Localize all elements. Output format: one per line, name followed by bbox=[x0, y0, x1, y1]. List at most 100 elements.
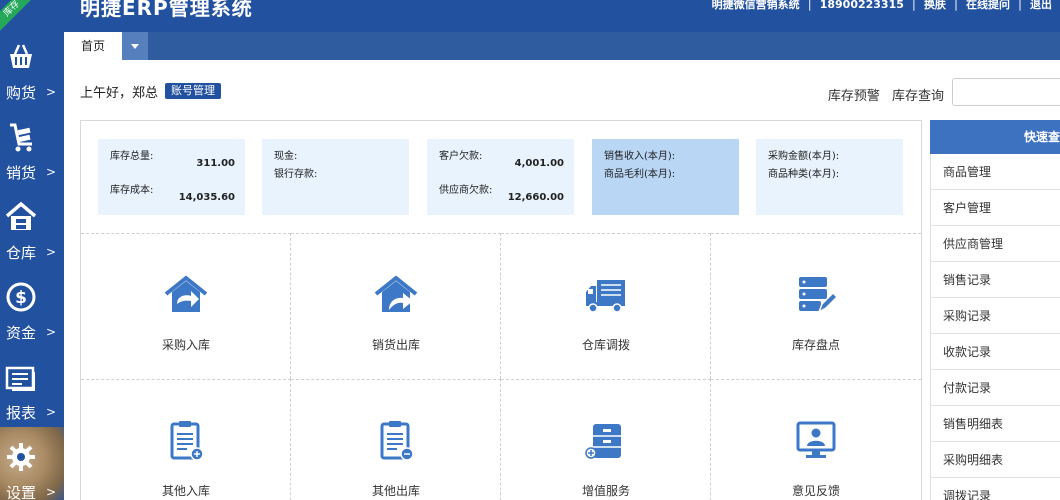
change-skin-link[interactable]: 换肤 bbox=[916, 0, 954, 12]
module-sales-out[interactable]: 销货出库 bbox=[291, 233, 501, 379]
stat-label: 供应商欠款: bbox=[439, 185, 493, 196]
app-header: 库存 明捷ERP管理系统 明捷微信营销系统 | 18900223315 | 换肤… bbox=[0, 0, 1060, 36]
module-label: 销货出库 bbox=[371, 338, 420, 352]
app-title: 明捷ERP管理系统 bbox=[80, 0, 253, 20]
corner-ribbon: 库存 bbox=[0, 0, 39, 36]
module-stocktake[interactable]: 库存盘点 bbox=[711, 233, 921, 379]
stat-label: 商品毛利(本月): bbox=[604, 169, 676, 180]
stat-value: 311.00 bbox=[196, 158, 235, 169]
chevron-down-icon bbox=[131, 43, 139, 49]
greeting-text: 上午好，郑总 bbox=[80, 86, 159, 101]
tab-bar: 首页 bbox=[64, 32, 1060, 60]
quick-item-customers[interactable]: 客户管理 bbox=[930, 190, 1060, 226]
sidebar-item-label: 报表 bbox=[6, 404, 37, 422]
quick-query-title: 快速查询 bbox=[930, 120, 1060, 154]
module-label: 其他出库 bbox=[371, 484, 420, 498]
sidebar-item-funds[interactable]: $ 资金 > bbox=[0, 272, 64, 352]
module-label: 意见反馈 bbox=[791, 484, 840, 498]
header-links: 明捷微信营销系统 | 18900223315 | 换肤 | 在线提问 | 退出 bbox=[704, 0, 1060, 12]
quick-item-transfer-records[interactable]: 调拨记录 bbox=[930, 478, 1060, 500]
stat-label: 银行存款: bbox=[274, 169, 318, 180]
quick-item-purchase-records[interactable]: 采购记录 bbox=[930, 298, 1060, 334]
quick-item-receipt-records[interactable]: 收款记录 bbox=[930, 334, 1060, 370]
stat-card-inventory: 库存总量: 311.00 库存成本: 14,035.60 bbox=[98, 139, 245, 215]
module-value-added[interactable]: 增值服务 bbox=[501, 379, 711, 500]
stat-card-debts: 客户欠款: 4,001.00 供应商欠款: 12,660.00 bbox=[427, 139, 574, 215]
sidebar-item-sales[interactable]: 销货 > bbox=[0, 112, 64, 192]
quick-item-purchase-detail[interactable]: 采购明细表 bbox=[930, 442, 1060, 478]
account-management-button[interactable]: 账号管理 bbox=[165, 83, 221, 99]
tab-dropdown-button[interactable] bbox=[122, 32, 148, 60]
module-label: 仓库调拨 bbox=[581, 338, 630, 352]
sidebar-item-purchase[interactable]: 购货 > bbox=[0, 32, 64, 112]
stat-card-cash: 现金: 银行存款: bbox=[262, 139, 409, 215]
stock-search-input[interactable] bbox=[952, 78, 1060, 106]
quick-query-panel: 快速查询 商品管理 客户管理 供应商管理 销售记录 采购记录 收款记录 付款记录… bbox=[930, 120, 1060, 500]
sidebar-item-settings[interactable]: 设置 > bbox=[0, 432, 64, 500]
quick-item-sales-records[interactable]: 销售记录 bbox=[930, 262, 1060, 298]
module-feedback[interactable]: 意见反馈 bbox=[711, 379, 921, 500]
stock-alert-link[interactable]: 库存预警 bbox=[828, 89, 880, 104]
module-purchase-in[interactable]: 采购入库 bbox=[81, 233, 291, 379]
basket-icon bbox=[10, 44, 32, 68]
dashboard-panel: 库存总量: 311.00 库存成本: 14,035.60 现金: 银行存款: 客户欠… bbox=[80, 120, 922, 500]
quick-item-payment-records[interactable]: 付款记录 bbox=[930, 370, 1060, 406]
chevron-right-icon: > bbox=[46, 325, 57, 339]
phone-number: 18900223315 bbox=[819, 0, 904, 11]
house-arrow-out-icon bbox=[374, 275, 418, 312]
module-label: 增值服务 bbox=[581, 484, 630, 498]
sidebar-item-label: 购货 bbox=[6, 84, 37, 102]
module-transfer[interactable]: 仓库调拨 bbox=[501, 233, 711, 379]
module-grid: 采购入库 销货出库 仓库调拨 库存盘点 其他入库 其他出库 增值服务 意见反馈 bbox=[81, 233, 921, 500]
sidebar-item-label: 销货 bbox=[6, 164, 37, 182]
module-label: 采购入库 bbox=[161, 338, 210, 352]
dollar-icon: $ bbox=[6, 282, 36, 312]
quick-item-sales-detail[interactable]: 销售明细表 bbox=[930, 406, 1060, 442]
gear-icon bbox=[7, 443, 35, 471]
clipboard-in-icon bbox=[170, 421, 204, 461]
cabinet-plus-icon bbox=[585, 424, 621, 459]
wechat-system-link[interactable]: 明捷微信营销系统 bbox=[704, 0, 808, 12]
module-other-out[interactable]: 其他出库 bbox=[291, 379, 501, 500]
chevron-right-icon: > bbox=[46, 485, 57, 499]
logout-link[interactable]: 退出 bbox=[1022, 0, 1060, 12]
stat-label: 库存成本: bbox=[110, 185, 154, 196]
server-edit-icon bbox=[799, 277, 839, 314]
stat-value: 4,001.00 bbox=[514, 158, 564, 169]
stat-label: 现金: bbox=[274, 151, 298, 162]
top-right-links: 库存预警 库存查询 bbox=[820, 85, 944, 104]
chevron-right-icon: > bbox=[46, 85, 57, 99]
stat-label: 商品种类(本月): bbox=[768, 169, 840, 180]
stock-query-link[interactable]: 库存查询 bbox=[892, 89, 944, 104]
stat-value: 14,035.60 bbox=[178, 192, 235, 203]
clipboard-out-icon bbox=[380, 421, 414, 461]
chevron-right-icon: > bbox=[46, 165, 57, 179]
stat-card-sales-income: 销售收入(本月): 商品毛利(本月): bbox=[592, 139, 739, 215]
svg-text:$: $ bbox=[15, 288, 27, 308]
quick-item-suppliers[interactable]: 供应商管理 bbox=[930, 226, 1060, 262]
report-icon bbox=[5, 366, 35, 391]
stat-card-purchase: 采购金额(本月): 商品种类(本月): bbox=[756, 139, 903, 215]
chevron-right-icon: > bbox=[46, 405, 57, 419]
house-arrow-in-icon bbox=[164, 275, 208, 312]
sidebar-item-reports[interactable]: 报表 > bbox=[0, 352, 64, 432]
module-other-in[interactable]: 其他入库 bbox=[81, 379, 291, 500]
cart-icon bbox=[10, 123, 32, 152]
stat-label: 库存总量: bbox=[110, 151, 154, 162]
sidebar-item-label: 资金 bbox=[6, 324, 37, 342]
quick-item-products[interactable]: 商品管理 bbox=[930, 154, 1060, 190]
stat-label: 采购金额(本月): bbox=[768, 151, 840, 162]
stat-value: 12,660.00 bbox=[507, 192, 564, 203]
module-label: 其他入库 bbox=[161, 484, 210, 498]
tab-home[interactable]: 首页 bbox=[64, 32, 122, 60]
house-icon bbox=[5, 201, 37, 230]
stat-label: 客户欠款: bbox=[439, 151, 483, 162]
module-label: 库存盘点 bbox=[791, 338, 840, 352]
stats-row: 库存总量: 311.00 库存成本: 14,035.60 现金: 银行存款: 客户欠… bbox=[98, 139, 904, 215]
stat-label: 销售收入(本月): bbox=[604, 151, 676, 162]
monitor-user-icon bbox=[796, 421, 836, 458]
online-question-link[interactable]: 在线提问 bbox=[958, 0, 1018, 12]
sidebar-item-warehouse[interactable]: 仓库 > bbox=[0, 192, 64, 272]
chevron-right-icon: > bbox=[46, 245, 57, 259]
sidebar-item-label: 设置 bbox=[6, 484, 37, 500]
